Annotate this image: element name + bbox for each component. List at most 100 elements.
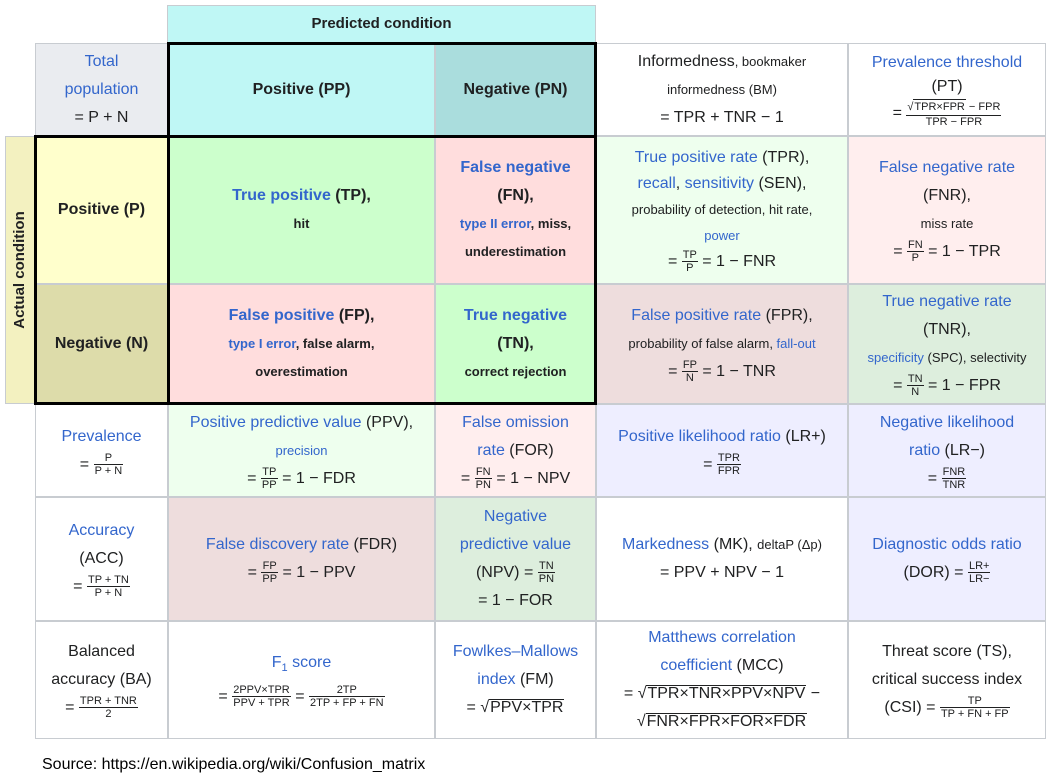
false-positive-link[interactable]: False positive [229, 307, 335, 324]
for-num: FN [474, 465, 492, 479]
tpr-fraction: TP P [681, 249, 698, 274]
fpr-fraction: FP N [681, 359, 698, 384]
lrn-abbr: (LR−) [940, 441, 986, 459]
fnr-den: P [911, 252, 920, 265]
acc-num: TP + TN [86, 574, 130, 588]
precision-link[interactable]: precision [275, 443, 327, 458]
actual-positive-cell: Positive (P) [35, 136, 168, 284]
sensitivity-link[interactable]: sensitivity [685, 175, 754, 192]
selectivity-text: (SPC), selectivity [923, 350, 1027, 365]
dor-den: LR− [968, 573, 990, 586]
predicted-condition-header: Predicted condition [167, 5, 596, 43]
npv-link-2[interactable]: predictive value [460, 536, 571, 553]
tnr-den: N [911, 386, 920, 399]
prevalence-link[interactable]: Prevalence [61, 428, 141, 445]
lrn-ratio-link[interactable]: ratio [909, 442, 940, 459]
lrp-link[interactable]: Positive likelihood ratio [618, 428, 781, 445]
predicted-negative-cell: Negative (PN) [435, 43, 596, 136]
for-fraction: FN PN [474, 465, 492, 491]
tpr-link[interactable]: True positive rate [635, 149, 758, 166]
true-positive-link[interactable]: True positive [232, 187, 331, 204]
tpr-num: TP [681, 249, 698, 263]
detection-text: probability of detection, hit rate, [631, 202, 813, 217]
population-link[interactable]: population [65, 81, 139, 98]
power-link[interactable]: power [704, 228, 739, 243]
tnr-eq: = [893, 377, 907, 394]
type-i-error-link[interactable]: type I error [229, 336, 296, 351]
true-negative-link[interactable]: True negative [464, 307, 567, 324]
f1-score-text[interactable]: score [288, 654, 331, 671]
tnr-link[interactable]: True negative rate [882, 293, 1011, 310]
accuracy-cell: Accuracy (ACC) = TP + TN P + N [35, 497, 168, 621]
source-caption: Source: https://en.wikipedia.org/wiki/Co… [42, 756, 426, 773]
fm-index-link[interactable]: index [477, 671, 515, 688]
for-eq: = [460, 469, 475, 487]
prev-den: P + N [94, 464, 123, 477]
tnr-num: TN [906, 373, 924, 387]
mcc-radicand2: FNR×FPR×FOR×FDR [645, 713, 808, 730]
lrn-eq: = [927, 469, 942, 487]
lrp-fraction: TPR FPR [716, 452, 741, 477]
mcc-coef-link[interactable]: coefficient [660, 657, 732, 674]
prevalence-threshold-link[interactable]: Prevalence threshold [872, 54, 1022, 71]
lrn-link[interactable]: Negative likelihood [880, 414, 1014, 431]
npv-link-1[interactable]: Negative [484, 508, 547, 525]
for-rate-link[interactable]: rate [477, 442, 505, 459]
total-link[interactable]: Total [85, 53, 119, 70]
negative-likelihood-ratio-cell: Negative likelihood ratio (LR−) = FNR TNR [848, 404, 1046, 497]
predicted-positive-cell: Positive (PP) [168, 43, 435, 136]
fdr-link[interactable]: False discovery rate [206, 536, 349, 553]
ppv-link[interactable]: Positive predictive value [190, 414, 362, 431]
mcc-eq: = [623, 685, 638, 702]
fp-abbr: (FP), [334, 307, 375, 324]
f1-f[interactable]: F [272, 654, 282, 671]
fpr-link[interactable]: False positive rate [631, 307, 761, 324]
markedness-link[interactable]: Markedness [622, 536, 709, 553]
specificity-link[interactable]: specificity [868, 350, 924, 365]
accuracy-link[interactable]: Accuracy [69, 522, 135, 539]
predicted-negative-label: Negative (PN) [463, 80, 568, 98]
informedness-link[interactable]: Informedness [638, 53, 735, 70]
ts-abbr: (CSI) = [884, 699, 940, 716]
actual-condition-label: Actual condition [11, 211, 28, 329]
ppv-formula: = 1 − FDR [282, 469, 356, 487]
tnr-abbr: (TNR), [923, 321, 971, 338]
dor-fraction: LR+ LR− [967, 560, 991, 586]
dor-link[interactable]: Diagnostic odds ratio [872, 536, 1021, 553]
fnr-num: FN [907, 239, 924, 253]
type-ii-error-link[interactable]: type II error [460, 216, 531, 231]
prevalence-cell: Prevalence = PP + N [35, 404, 168, 497]
tpr-eq: = [667, 253, 682, 270]
true-positive-rate-cell: True positive rate (TPR), recall, sensit… [596, 136, 848, 284]
fall-out-link[interactable]: fall-out [777, 336, 816, 351]
miss-rate-text: miss rate [920, 216, 974, 231]
fowlkes-mallows-cell: Fowlkes–Mallows index (FM) = √PPV×TPR [435, 621, 596, 739]
lrn-fraction: FNR TNR [941, 466, 967, 491]
tpr-comma: , [675, 175, 685, 192]
pt-fraction: √TPR×FPR − FPR TPR − FPR [906, 99, 1002, 128]
fpr-abbr: (FPR), [761, 307, 813, 324]
false-positive-cell: False positive (FP), type I error, false… [168, 284, 435, 404]
true-positive-cell: True positive (TP), hit [168, 136, 435, 284]
ba-fraction: TPR + TNR 2 [78, 695, 138, 720]
lrp-eq: = [703, 455, 717, 473]
f1-eq2: = [290, 687, 309, 705]
f1-eq1: = [218, 687, 233, 705]
f1-score-link: F1 score [272, 654, 331, 674]
for-den: PN [475, 478, 491, 491]
actual-negative-cell: Negative (N) [35, 284, 168, 404]
false-omission-link[interactable]: False omission [462, 414, 569, 431]
mcc-abbr: (MCC) [732, 657, 784, 674]
fnr-link[interactable]: False negative rate [879, 159, 1015, 176]
false-negative-link[interactable]: False negative [460, 159, 570, 176]
recall-link[interactable]: recall [638, 175, 676, 192]
pt-den: TPR − FPR [925, 116, 983, 128]
fm-link[interactable]: Fowlkes–Mallows [453, 643, 578, 660]
fdr-eq: = [247, 564, 262, 581]
ppv-abbr: (PPV), [361, 413, 414, 431]
mcc-link[interactable]: Matthews correlation [648, 629, 796, 646]
true-negative-cell: True negative (TN), correct rejection [435, 284, 596, 404]
ppv-num: TP [260, 465, 278, 479]
tpr-formula: = 1 − FNR [702, 253, 777, 270]
fdr-den: PP [262, 573, 278, 586]
